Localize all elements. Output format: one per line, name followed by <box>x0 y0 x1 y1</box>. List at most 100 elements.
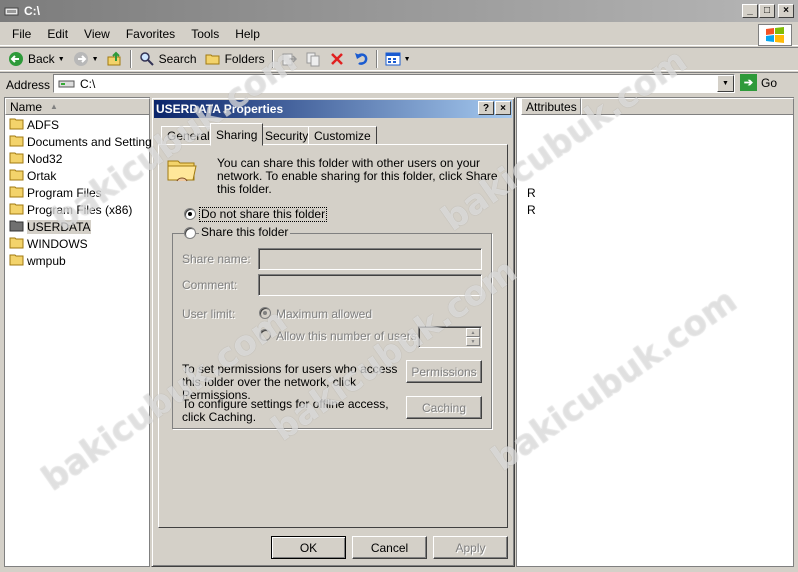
dialog-title: USERDATA Properties <box>156 102 284 116</box>
share-this-folder-radio[interactable] <box>184 227 196 239</box>
tab-customize[interactable]: Customize <box>308 126 377 145</box>
help-button[interactable]: ? <box>478 101 494 115</box>
delete-button[interactable] <box>325 48 349 70</box>
window-titlebar: C:\ <box>0 0 798 22</box>
delete-x-icon <box>329 51 345 67</box>
file-list-pane[interactable]: Attributes R R <box>516 97 794 567</box>
folder-icon <box>9 117 25 134</box>
address-label: Address <box>6 77 51 92</box>
menu-bar: File Edit View Favorites Tools Help <box>0 23 798 46</box>
folder-item[interactable]: ADFS <box>9 117 59 133</box>
chevron-down-icon[interactable]: ▼ <box>92 56 99 63</box>
permissions-button[interactable]: Permissions <box>406 360 482 383</box>
attribute-value: R <box>527 186 536 200</box>
folder-icon <box>9 253 25 270</box>
folder-tree-pane[interactable]: Name ▲ ADFS Documents and Settings Nod32… <box>4 97 158 567</box>
folder-item[interactable]: Program Files <box>9 185 102 201</box>
dialog-titlebar: USERDATA Properties ? × <box>154 100 512 118</box>
menu-tools[interactable]: Tools <box>183 27 227 41</box>
chevron-down-icon[interactable]: ▼ <box>404 56 411 63</box>
menu-favorites[interactable]: Favorites <box>118 27 183 41</box>
back-arrow-icon <box>8 51 24 67</box>
attribute-value: R <box>527 203 536 217</box>
forward-button[interactable]: ▼ <box>69 48 103 70</box>
apply-button[interactable]: Apply <box>433 536 508 559</box>
folder-icon <box>9 151 25 168</box>
sharing-intro-text: You can share this folder with other use… <box>217 156 498 196</box>
address-dropdown-button[interactable]: ▼ <box>717 75 734 92</box>
allow-number-radio[interactable] <box>259 329 271 341</box>
sort-up-icon: ▲ <box>50 102 58 111</box>
close-window-button[interactable]: × <box>778 4 794 18</box>
attributes-column-header[interactable]: Attributes <box>521 98 581 115</box>
cancel-button[interactable]: Cancel <box>352 536 427 559</box>
go-button[interactable]: ➔ Go <box>740 74 777 91</box>
folder-item-selected[interactable]: USERDATA <box>9 219 91 235</box>
empty-column-header[interactable] <box>581 98 794 115</box>
address-input[interactable]: C:\ <box>53 74 735 93</box>
search-icon <box>139 51 155 67</box>
views-button[interactable]: ▼ <box>381 48 415 70</box>
tab-security[interactable]: Security <box>259 126 315 145</box>
toolbar-separator <box>271 50 274 68</box>
tab-sharing[interactable]: Sharing <box>210 123 264 146</box>
undo-button[interactable] <box>349 48 373 70</box>
folder-icon <box>9 219 25 236</box>
move-to-button[interactable] <box>277 48 301 70</box>
folders-button[interactable]: Folders <box>201 48 269 70</box>
folder-item[interactable]: Ortak <box>9 168 56 184</box>
spin-up-icon[interactable]: ▲ <box>466 328 480 337</box>
do-not-share-radio[interactable] <box>184 208 196 220</box>
folder-item[interactable]: wmpub <box>9 253 66 269</box>
caching-button[interactable]: Caching <box>406 396 482 419</box>
chevron-down-icon[interactable]: ▼ <box>58 56 65 63</box>
maximum-allowed-label[interactable]: Maximum allowed <box>276 308 372 321</box>
minimize-button[interactable]: _ <box>742 4 758 18</box>
search-label: Search <box>158 52 197 66</box>
undo-icon <box>353 51 369 67</box>
folder-icon <box>9 202 25 219</box>
maximum-allowed-radio[interactable] <box>259 307 271 319</box>
menu-view[interactable]: View <box>76 27 118 41</box>
comment-field[interactable] <box>258 274 482 296</box>
name-column-header[interactable]: Name ▲ <box>5 98 150 115</box>
allow-number-label[interactable]: Allow this number of users: <box>276 330 420 343</box>
menu-help[interactable]: Help <box>227 27 268 41</box>
share-name-label: Share name: <box>182 252 251 266</box>
folder-icon <box>9 168 25 185</box>
drive-icon <box>58 78 76 90</box>
spin-down-icon[interactable]: ▼ <box>466 337 480 346</box>
tab-general[interactable]: General <box>161 126 216 145</box>
folder-window-icon <box>4 5 20 17</box>
menu-edit[interactable]: Edit <box>39 27 76 41</box>
toolbar-separator <box>129 50 132 68</box>
up-folder-button[interactable] <box>103 48 127 70</box>
maximize-button[interactable]: □ <box>759 4 775 18</box>
name-header-label: Name <box>10 99 43 114</box>
copy-to-button[interactable] <box>301 48 325 70</box>
properties-dialog: USERDATA Properties ? × General Sharing … <box>151 97 515 567</box>
forward-arrow-icon <box>73 51 89 67</box>
folders-label: Folders <box>224 52 265 66</box>
folder-item[interactable]: Program Files (x86) <box>9 202 132 218</box>
share-name-field[interactable] <box>258 248 482 270</box>
back-button[interactable]: Back ▼ <box>4 48 69 70</box>
shared-folder-icon <box>165 153 199 190</box>
menu-file[interactable]: File <box>4 27 39 41</box>
ok-button[interactable]: OK <box>271 536 346 559</box>
folder-icon <box>9 185 25 202</box>
user-count-spinner[interactable]: ▲ ▼ <box>418 326 482 348</box>
folder-item[interactable]: WINDOWS <box>9 236 88 252</box>
go-label: Go <box>761 75 778 90</box>
folder-item[interactable]: Documents and Settings <box>9 134 158 150</box>
user-limit-label: User limit: <box>182 307 236 321</box>
close-dialog-button[interactable]: × <box>495 101 511 115</box>
comment-label: Comment: <box>182 278 238 292</box>
search-button[interactable]: Search <box>135 48 201 70</box>
folders-icon <box>205 51 221 67</box>
go-arrow-icon: ➔ <box>740 74 757 91</box>
move-to-icon <box>281 51 297 67</box>
do-not-share-label[interactable]: Do not share this folder <box>198 207 328 222</box>
share-this-folder-label[interactable]: Share this folder <box>199 226 291 239</box>
folder-item[interactable]: Nod32 <box>9 151 62 167</box>
